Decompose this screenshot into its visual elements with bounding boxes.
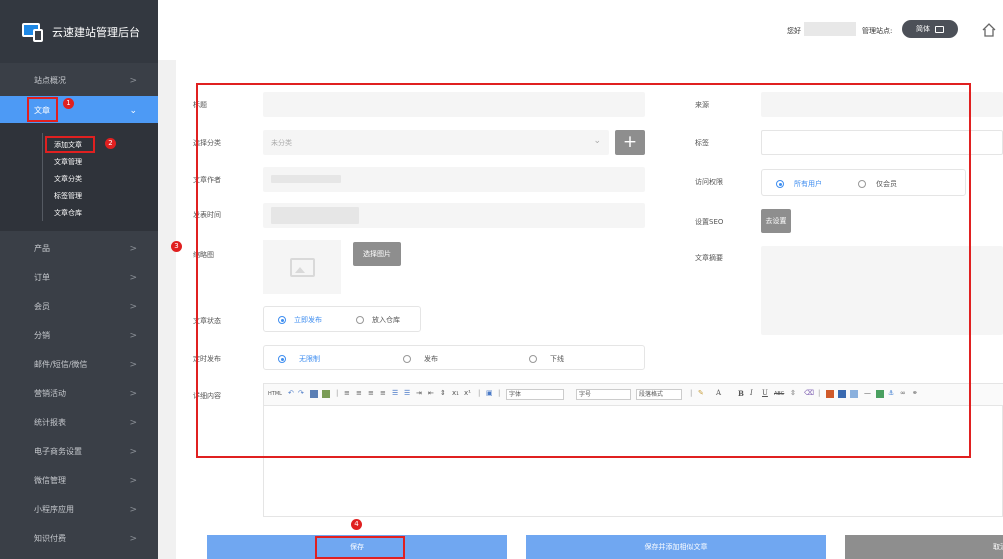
step-badge-4: 4 (351, 519, 362, 530)
sidebar-item-orders[interactable]: 订单 > (0, 264, 158, 291)
sidebar-item-label: 会员 (34, 302, 50, 311)
chevron-right-icon: > (129, 504, 137, 515)
sidebar-item-reports[interactable]: 统计报表 > (0, 409, 158, 436)
sidebar-item-mini-program[interactable]: 小程序应用 > (0, 496, 158, 523)
cancel-button[interactable]: 取消 (845, 535, 1003, 559)
sidebar-item-distribution[interactable]: 分销 > (0, 322, 158, 349)
chevron-right-icon: > (129, 417, 137, 428)
brand-title: 云速建站管理后台 (52, 25, 140, 39)
submenu-item-article-categories[interactable]: 文章分类 (54, 174, 82, 184)
sidebar-item-label: 小程序应用 (34, 505, 74, 514)
sidebar-item-label: 分销 (34, 331, 50, 340)
username-redacted (804, 22, 856, 36)
chevron-down-icon: ⌄ (129, 105, 137, 116)
sidebar-item-wechat[interactable]: 微信管理 > (0, 467, 158, 494)
chevron-right-icon: > (129, 75, 137, 86)
sidebar: 云速建站管理后台 站点概况 > 文章 ⌄ 添加文章 文章管理 文章分类 标签管理 文… (0, 0, 158, 559)
chevron-right-icon: > (129, 330, 137, 341)
sidebar-item-label: 产品 (34, 244, 50, 253)
chevron-right-icon: > (129, 475, 137, 486)
sidebar-item-articles[interactable]: 文章 ⌄ (0, 96, 158, 125)
sidebar-item-label: 营销活动 (34, 389, 66, 398)
language-switch-button[interactable]: 简体 (902, 20, 958, 38)
sidebar-item-marketing[interactable]: 营销活动 > (0, 380, 158, 407)
sidebar-item-paid-knowledge[interactable]: 知识付费 > (0, 525, 158, 552)
sidebar-item-label: 统计报表 (34, 418, 66, 427)
sidebar-item-label: 知识付费 (34, 534, 66, 543)
step-badge-3: 3 (171, 241, 182, 252)
submenu-item-article-warehouse[interactable]: 文章仓库 (54, 208, 82, 218)
home-icon[interactable] (981, 22, 997, 38)
highlight-box-save (315, 536, 405, 559)
sidebar-item-overview[interactable]: 站点概况 > (0, 67, 158, 94)
sidebar-item-ecommerce-settings[interactable]: 电子商务设置 > (0, 438, 158, 465)
chevron-right-icon: > (129, 446, 137, 457)
sidebar-item-members[interactable]: 会员 > (0, 293, 158, 320)
topbar: 您好 管理站点: 简体 (158, 0, 1003, 60)
step-badge-1: 1 (63, 98, 74, 109)
sidebar-item-label: 订单 (34, 273, 50, 282)
sidebar-item-label: 微信管理 (34, 476, 66, 485)
greeting-text: 您好 (787, 27, 801, 35)
chevron-right-icon: > (129, 533, 137, 544)
sidebar-item-messaging[interactable]: 邮件/短信/微信 > (0, 351, 158, 378)
cancel-button-label: 取消 (993, 543, 1003, 551)
sidebar-item-products[interactable]: 产品 > (0, 235, 158, 262)
sidebar-item-label: 电子商务设置 (34, 447, 82, 456)
chevron-right-icon: > (129, 301, 137, 312)
brand: 云速建站管理后台 (0, 0, 158, 63)
submenu-divider (42, 133, 43, 221)
sidebar-item-label: 邮件/短信/微信 (34, 360, 88, 369)
chevron-right-icon: > (129, 272, 137, 283)
chevron-right-icon: > (129, 243, 137, 254)
chevron-right-icon: > (129, 388, 137, 399)
chevron-right-icon: > (129, 359, 137, 370)
highlight-box-add-article (45, 136, 95, 153)
save-and-add-similar-label: 保存并添加相似文章 (644, 543, 708, 551)
submenu-item-tag-management[interactable]: 标签管理 (54, 191, 82, 201)
step-badge-2: 2 (105, 138, 116, 149)
monitor-icon (935, 25, 944, 33)
sidebar-item-label: 站点概况 (34, 76, 66, 85)
language-label: 简体 (916, 25, 930, 33)
highlight-box-articles (27, 97, 58, 122)
site-logo-icon (22, 21, 44, 43)
highlight-box-form (196, 83, 971, 458)
save-and-add-similar-button[interactable]: 保存并添加相似文章 (526, 535, 826, 559)
site-label: 管理站点: (862, 27, 893, 35)
submenu-item-article-management[interactable]: 文章管理 (54, 157, 82, 167)
